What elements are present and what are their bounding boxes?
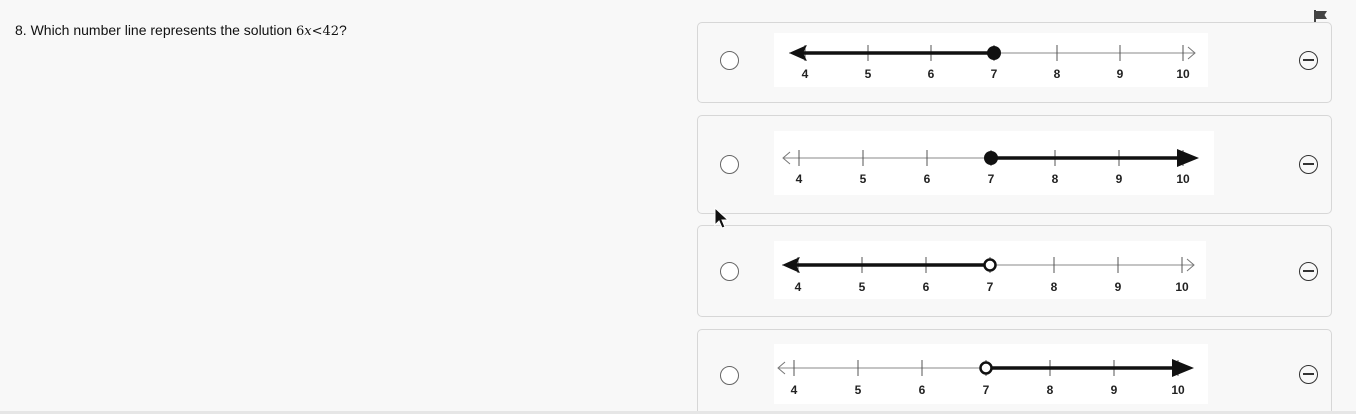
- tick-label: 4: [796, 172, 803, 186]
- mouse-cursor-icon: [714, 206, 730, 236]
- closed-point: [987, 46, 1001, 60]
- tick-label: 5: [859, 280, 866, 294]
- tick-label: 9: [1115, 280, 1122, 294]
- inequality-operator: <: [311, 24, 323, 39]
- inequality: 6x<42: [296, 24, 339, 39]
- tick-label: 8: [1051, 280, 1058, 294]
- open-point: [979, 361, 993, 375]
- answer-option-a[interactable]: 4 5 6 7 8 9 10: [697, 22, 1332, 103]
- tick-label: 6: [923, 280, 930, 294]
- inequality-variable: x: [304, 24, 312, 39]
- tick-label: 6: [919, 383, 926, 397]
- tick-label: 10: [1171, 383, 1185, 397]
- tick-label: 10: [1176, 67, 1190, 81]
- eliminate-option-icon-d[interactable]: [1299, 365, 1318, 384]
- eliminate-option-icon-c[interactable]: [1299, 262, 1318, 281]
- inequality-constant: 42: [322, 24, 340, 39]
- question-prefix: 8. Which number line represents the solu…: [15, 22, 296, 38]
- tick-label: 9: [1116, 172, 1123, 186]
- solution-arrow-right: [1177, 149, 1199, 167]
- radio-button-d[interactable]: [720, 366, 739, 385]
- tick-label: 5: [865, 67, 872, 81]
- open-point: [983, 258, 997, 272]
- number-line-b: 4 5 6 7 8 9 10: [774, 131, 1214, 195]
- tick-label: 4: [791, 383, 798, 397]
- tick-label: 9: [1111, 383, 1118, 397]
- solution-arrow-right: [1172, 359, 1194, 377]
- question-page: 8. Which number line represents the solu…: [0, 0, 1356, 414]
- question-text: 8. Which number line represents the solu…: [15, 22, 347, 39]
- question-suffix: ?: [339, 22, 347, 38]
- tick-label: 5: [855, 383, 862, 397]
- eliminate-option-icon-b[interactable]: [1299, 155, 1318, 174]
- tick-label: 8: [1052, 172, 1059, 186]
- radio-button-b[interactable]: [720, 155, 739, 174]
- tick-label: 10: [1176, 172, 1190, 186]
- tick-label: 7: [987, 280, 994, 294]
- answer-option-b[interactable]: 4 5 6 7 8 9 10: [697, 115, 1332, 214]
- closed-point: [984, 151, 998, 165]
- tick-label: 8: [1054, 67, 1061, 81]
- tick-label: 10: [1175, 280, 1189, 294]
- number-line-c: 4 5 6 7 8 9 10: [774, 241, 1206, 299]
- radio-button-a[interactable]: [720, 51, 739, 70]
- number-line-d: 4 5 6 7 8 9 10: [774, 344, 1208, 404]
- tick-label: 7: [983, 383, 990, 397]
- tick-label: 7: [991, 67, 998, 81]
- inequality-coefficient: 6: [295, 24, 305, 39]
- eliminate-option-icon-a[interactable]: [1299, 51, 1318, 70]
- tick-label: 6: [924, 172, 931, 186]
- tick-label: 5: [860, 172, 867, 186]
- radio-button-c[interactable]: [720, 262, 739, 281]
- tick-label: 4: [795, 280, 802, 294]
- tick-label: 9: [1117, 67, 1124, 81]
- answer-option-d[interactable]: 4 5 6 7 8 9 10: [697, 329, 1332, 414]
- number-line-a: 4 5 6 7 8 9 10: [774, 33, 1208, 87]
- tick-label: 6: [928, 67, 935, 81]
- tick-label: 4: [802, 67, 809, 81]
- tick-label: 7: [988, 172, 995, 186]
- answer-option-c[interactable]: 4 5 6 7 8 9 10: [697, 225, 1332, 317]
- tick-label: 8: [1047, 383, 1054, 397]
